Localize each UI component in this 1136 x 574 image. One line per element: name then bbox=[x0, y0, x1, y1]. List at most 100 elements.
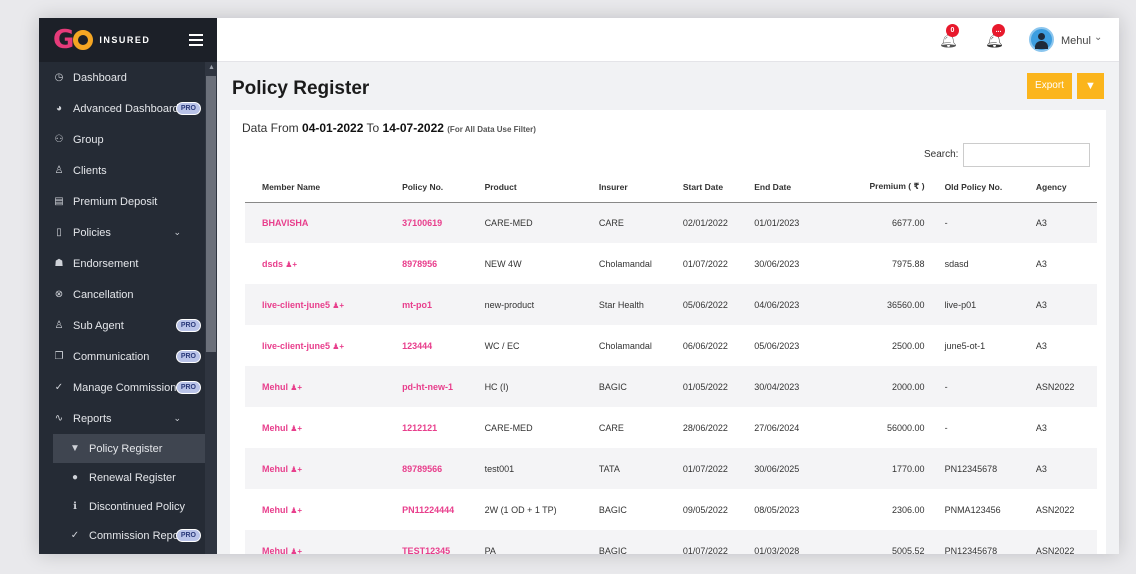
cell-member[interactable]: Mehul ♟+ bbox=[245, 407, 402, 448]
sidebar-scrollbar[interactable]: ▲ bbox=[205, 62, 217, 554]
cell-member[interactable]: BHAVISHA bbox=[245, 202, 403, 243]
cell-policy[interactable]: 1212121 bbox=[402, 407, 485, 448]
cell-member[interactable]: live-client-june5 ♟+ bbox=[245, 284, 403, 325]
user-plus-icon[interactable]: ♟+ bbox=[288, 547, 302, 555]
cell-policy[interactable]: 37100619 bbox=[402, 202, 485, 243]
product-text: NEW 4W bbox=[484, 258, 522, 269]
cell-policy[interactable]: mt-po1 bbox=[402, 284, 485, 325]
cell-policy[interactable]: PN11224444 bbox=[402, 489, 485, 530]
alerts-bell-icon[interactable]: 🔔︎ ... bbox=[985, 24, 1005, 49]
table-row: live-client-june5 ♟+ 123444 WC / EC Cholama… bbox=[245, 325, 1097, 366]
scroll-up-icon[interactable]: ▲ bbox=[208, 64, 215, 71]
user-plus-icon[interactable]: ♟+ bbox=[288, 383, 302, 392]
chevron-down-icon[interactable]: ⌄ bbox=[1094, 32, 1102, 43]
cell-start: 01/07/2022 bbox=[682, 530, 755, 554]
cell-member[interactable]: live-client-june5 ♟+ bbox=[245, 325, 402, 366]
column-header[interactable]: Member Name bbox=[245, 172, 403, 203]
user-plus-icon[interactable]: ♟+ bbox=[330, 301, 344, 310]
end-text: 08/05/2023 bbox=[754, 504, 800, 515]
product-text: HC (I) bbox=[484, 381, 509, 392]
cell-insurer: BAGIC bbox=[599, 489, 683, 530]
product-text: test001 bbox=[484, 463, 515, 474]
column-header[interactable]: Premium ( ₹ ) bbox=[825, 172, 945, 203]
notifications-bell-icon[interactable]: 🔔︎ 0 bbox=[939, 24, 959, 49]
product-text: CARE-MED bbox=[484, 422, 533, 433]
cell-agency: ASN2022 bbox=[1035, 530, 1097, 554]
sidebar-item-communication[interactable]: ❐ Communication PRO bbox=[39, 341, 205, 372]
hamburger-menu-icon[interactable] bbox=[189, 34, 203, 49]
nav-label: Manage Commission bbox=[73, 381, 177, 394]
sidebar-item-clients[interactable]: ♙ Clients bbox=[39, 155, 205, 186]
sidebar-item-manage-commission[interactable]: ✓ Manage Commission PRO bbox=[39, 372, 205, 403]
cell-policy[interactable]: 89789566 bbox=[402, 448, 485, 489]
filter-icon[interactable]: ▼ bbox=[1077, 73, 1104, 99]
cell-member[interactable]: Mehul ♟+ bbox=[245, 448, 403, 489]
insurer-text: BAGIC bbox=[598, 545, 627, 555]
user-plus-icon[interactable]: ♟+ bbox=[288, 506, 302, 515]
table-body: BHAVISHA 37100619 CARE-MED CARE 02/01/2022 01… bbox=[245, 202, 1097, 554]
sidebar-item-policies[interactable]: ▯ Policies ⌄ bbox=[39, 217, 205, 248]
sidebar-item-cancellation[interactable]: ⊗ Cancellation bbox=[39, 279, 205, 310]
export-button[interactable]: Export bbox=[1027, 73, 1072, 99]
user-plus-icon[interactable]: ♟+ bbox=[288, 424, 302, 433]
sidebar-item-advanced-dashboard[interactable]: ◕ Advanced Dashboard PRO bbox=[39, 93, 205, 124]
sidebar-item-sub-agent[interactable]: ♙ Sub Agent PRO bbox=[39, 310, 205, 341]
user-plus-icon[interactable]: ♟+ bbox=[330, 342, 344, 351]
table-row: dsds ♟+ 8978956 NEW 4W Cholamandal 01/07/202… bbox=[245, 243, 1097, 284]
pro-badge: PRO bbox=[175, 350, 201, 363]
product-text: 2W (1 OD + 1 TP) bbox=[484, 504, 557, 515]
sidebar-item-group[interactable]: ⚇ Group bbox=[39, 124, 205, 155]
cell-end: 08/05/2023 bbox=[754, 489, 825, 530]
cell-old: - bbox=[944, 202, 1036, 243]
cell-product: CARE-MED bbox=[484, 202, 599, 243]
cell-policy[interactable]: TEST12345 bbox=[402, 530, 485, 554]
chevron-down-icon[interactable]: ⌄ bbox=[173, 227, 181, 238]
user-plus-icon[interactable]: ♟+ bbox=[288, 465, 302, 474]
sidebar-item-dashboard[interactable]: ◷ Dashboard bbox=[39, 62, 205, 93]
agency-text: A3 bbox=[1035, 422, 1047, 433]
sidebar-item-endorsement[interactable]: ☗ Endorsement bbox=[39, 248, 205, 279]
user-name[interactable]: Mehul bbox=[1061, 35, 1091, 47]
logo[interactable]: G INSURED bbox=[39, 18, 217, 62]
cell-member[interactable]: dsds ♟+ bbox=[245, 243, 402, 284]
sidebar-subitem-policy-register[interactable]: ▼ Policy Register bbox=[53, 434, 205, 463]
scrollbar-thumb[interactable] bbox=[206, 76, 216, 352]
cell-end: 30/04/2023 bbox=[754, 366, 826, 407]
search-input[interactable] bbox=[963, 143, 1090, 167]
chevron-down-icon[interactable]: ⌄ bbox=[173, 413, 181, 424]
cell-member[interactable]: Mehul ♟+ bbox=[245, 530, 403, 555]
sidebar-subitem-commission-report[interactable]: ✓ Commission Report PRO bbox=[39, 521, 205, 550]
column-header[interactable]: Insurer bbox=[598, 172, 683, 203]
logo-text: INSURED bbox=[99, 35, 151, 45]
nav-label: Policies bbox=[73, 226, 111, 239]
agency-text: A3 bbox=[1035, 463, 1047, 474]
user-plus-icon[interactable]: ♟+ bbox=[283, 260, 297, 269]
cell-insurer: CARE bbox=[599, 407, 683, 448]
nav-label: Discontinued Policy bbox=[89, 500, 185, 513]
member-text: Mehul bbox=[262, 422, 288, 433]
cell-policy[interactable]: pd-ht-new-1 bbox=[402, 366, 485, 407]
column-header[interactable]: Policy No. bbox=[402, 172, 485, 203]
policy-text: TEST12345 bbox=[402, 545, 451, 555]
column-header[interactable]: Start Date bbox=[682, 172, 755, 203]
column-header[interactable]: Product bbox=[484, 172, 599, 203]
sidebar-item-premium-deposit[interactable]: ▤ Premium Deposit bbox=[39, 186, 205, 217]
avatar[interactable] bbox=[1029, 27, 1054, 52]
end-text: 30/04/2023 bbox=[754, 381, 800, 392]
cell-member[interactable]: Mehul ♟+ bbox=[245, 489, 402, 530]
member-text: Mehul bbox=[262, 504, 288, 515]
pro-badge: PRO bbox=[175, 319, 201, 332]
sidebar-subitem-discontinued-policy[interactable]: ℹ Discontinued Policy bbox=[39, 492, 205, 521]
table-row: Mehul ♟+ 89789566 test001 TATA 01/07/2022 30/… bbox=[245, 448, 1097, 489]
sidebar-subitem-renewal-register[interactable]: ● Renewal Register bbox=[39, 463, 205, 492]
cell-policy[interactable]: 8978956 bbox=[402, 243, 485, 284]
column-header[interactable]: Old Policy No. bbox=[944, 172, 1036, 203]
cell-policy[interactable]: 123444 bbox=[402, 325, 485, 366]
column-header[interactable]: Agency bbox=[1035, 172, 1097, 203]
cell-start: 02/01/2022 bbox=[682, 202, 755, 243]
table-row: Mehul ♟+ 1212121 CARE-MED CARE 28/06/2022 27/… bbox=[245, 407, 1097, 448]
cell-member[interactable]: Mehul ♟+ bbox=[245, 366, 403, 407]
sidebar-item-reports[interactable]: ∿ Reports ⌄ bbox=[39, 403, 205, 434]
column-header[interactable]: End Date bbox=[754, 172, 826, 203]
nav-label: Sub Agent bbox=[73, 319, 124, 332]
